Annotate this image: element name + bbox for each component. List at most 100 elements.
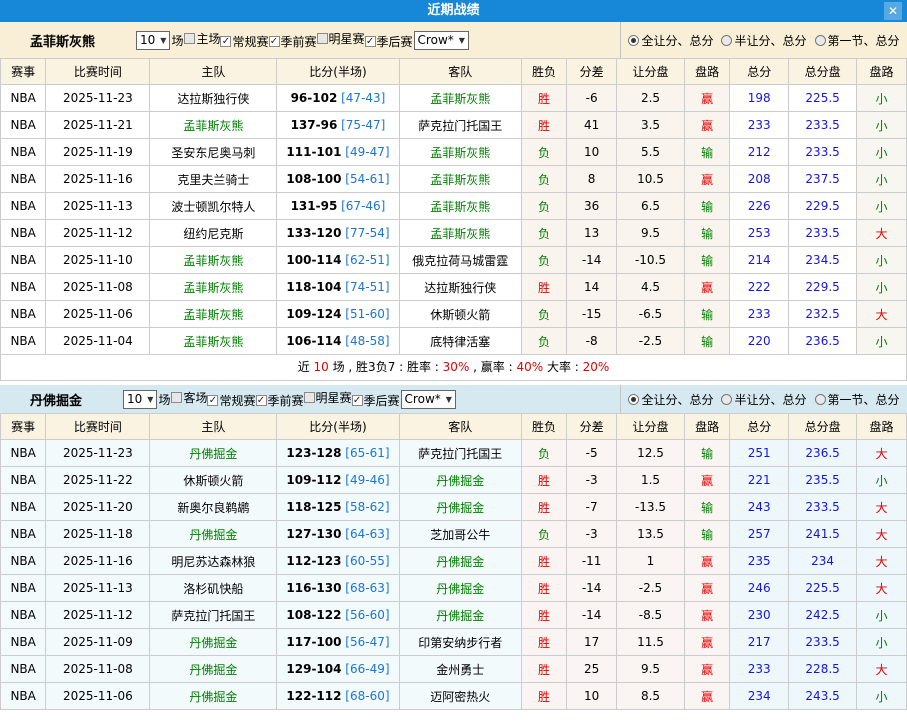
cell-league: NBA <box>1 683 46 710</box>
table-row: NBA2025-11-13洛杉矶快船116-130 [68-63]丹佛掘金胜-1… <box>1 575 907 602</box>
checkbox-checked-icon: ✓ <box>256 395 267 406</box>
summary-text: 20% <box>583 360 610 374</box>
cell-league: NBA <box>1 112 46 139</box>
cell-date: 2025-11-20 <box>46 494 150 521</box>
radio-第一节、总分[interactable]: 第一节、总分 <box>815 391 900 408</box>
window-title-bar: 近期战绩 ✕ <box>0 0 907 22</box>
cell-home-team: 克里夫兰骑士 <box>150 166 277 193</box>
cell-handicap-result: 赢 <box>684 575 729 602</box>
cell-away-team: 丹佛掘金 <box>399 548 521 575</box>
cell-home-team: 丹佛掘金 <box>150 521 277 548</box>
cell-handicap-line: 5.5 <box>617 139 685 166</box>
summary-text: 40% <box>516 360 543 374</box>
cell-score: 123-128 [65-61] <box>277 440 399 467</box>
cell-away-team: 芝加哥公牛 <box>399 521 521 548</box>
cell-home-team: 明尼苏达森林狼 <box>150 548 277 575</box>
games-count-select[interactable]: 10 ▼ <box>123 390 157 409</box>
cell-handicap-result: 输 <box>684 247 729 274</box>
checkbox-季后赛[interactable]: ✓季后赛 <box>365 33 413 50</box>
checkbox-季前赛[interactable]: ✓季前赛 <box>256 392 304 409</box>
cell-handicap-line: -2.5 <box>617 328 685 355</box>
filter-controls: 丹佛掘金 10 ▼ 场 客场✓常规赛✓季前赛明星赛✓季后赛 Crow* ▼ <box>0 385 620 413</box>
column-header: 总分盘 <box>789 414 857 440</box>
cell-point-diff: -5 <box>567 440 617 467</box>
radio-全让分、总分[interactable]: 全让分、总分 <box>628 32 713 49</box>
cell-point-diff: -11 <box>567 548 617 575</box>
radio-unselected-icon <box>815 35 826 46</box>
column-header: 比分(半场) <box>277 414 399 440</box>
cell-away-team: 俄克拉荷马城雷霆 <box>399 247 521 274</box>
radio-label: 第一节、总分 <box>828 391 900 408</box>
cell-over-under: 大 <box>857 220 907 247</box>
filter-bar: 丹佛掘金 10 ▼ 场 客场✓常规赛✓季前赛明星赛✓季后赛 Crow* ▼ 全让… <box>0 385 907 413</box>
radio-全让分、总分[interactable]: 全让分、总分 <box>628 391 713 408</box>
cell-handicap-result: 赢 <box>684 467 729 494</box>
games-count-select[interactable]: 10 ▼ <box>136 31 170 50</box>
table-row: NBA2025-11-10孟菲斯灰熊100-114 [62-51]俄克拉荷马城雷… <box>1 247 907 274</box>
cell-total-line: 228.5 <box>789 656 857 683</box>
checkbox-明星赛[interactable]: 明星赛 <box>304 389 352 406</box>
checkbox-常规赛[interactable]: ✓常规赛 <box>207 392 255 409</box>
cell-date: 2025-11-06 <box>46 301 150 328</box>
column-header: 总分盘 <box>789 59 857 85</box>
cell-home-team: 达拉斯独行侠 <box>150 85 277 112</box>
close-icon[interactable]: ✕ <box>884 2 902 20</box>
cell-over-under: 小 <box>857 139 907 166</box>
team-section: 孟菲斯灰熊 10 ▼ 场 主场✓常规赛✓季前赛明星赛✓季后赛 Crow* ▼ 全… <box>0 22 907 381</box>
cell-score: 127-130 [64-63] <box>277 521 399 548</box>
cell-result: 胜 <box>521 85 566 112</box>
cell-total-points: 233 <box>730 112 789 139</box>
cell-home-team: 孟菲斯灰熊 <box>150 274 277 301</box>
cell-date: 2025-11-09 <box>46 629 150 656</box>
cell-league: NBA <box>1 166 46 193</box>
checkbox-客场[interactable]: 客场 <box>171 389 207 406</box>
cell-date: 2025-11-13 <box>46 193 150 220</box>
radio-第一节、总分[interactable]: 第一节、总分 <box>815 32 900 49</box>
cell-date: 2025-11-22 <box>46 467 150 494</box>
odds-type-value: Crow* <box>418 33 454 47</box>
cell-home-team: 圣安东尼奥马刺 <box>150 139 277 166</box>
checkbox-checked-icon: ✓ <box>365 36 376 47</box>
games-table: 赛事比赛时间主队比分(半场)客队胜负分差让分盘盘路总分总分盘盘路 NBA2025… <box>0 58 907 355</box>
column-header: 胜负 <box>521 59 566 85</box>
cell-date: 2025-11-16 <box>46 166 150 193</box>
cell-home-team: 孟菲斯灰熊 <box>150 328 277 355</box>
checkbox-明星赛[interactable]: 明星赛 <box>317 30 365 47</box>
cell-score: 117-100 [56-47] <box>277 629 399 656</box>
checkbox-主场[interactable]: 主场 <box>184 30 220 47</box>
checkbox-checked-icon: ✓ <box>220 36 231 47</box>
checkbox-checked-icon: ✓ <box>352 395 363 406</box>
cell-total-line: 241.5 <box>789 521 857 548</box>
cell-result: 胜 <box>521 683 566 710</box>
cell-score: 116-130 [68-63] <box>277 575 399 602</box>
cell-date: 2025-11-23 <box>46 440 150 467</box>
cell-point-diff: -14 <box>567 575 617 602</box>
cell-point-diff: -15 <box>567 301 617 328</box>
column-header: 总分 <box>730 59 789 85</box>
cell-handicap-result: 赢 <box>684 656 729 683</box>
cell-total-line: 233.5 <box>789 220 857 247</box>
checkbox-季后赛[interactable]: ✓季后赛 <box>352 392 400 409</box>
odds-type-select[interactable]: Crow* ▼ <box>401 390 456 409</box>
cell-total-line: 232.5 <box>789 301 857 328</box>
cell-home-team: 孟菲斯灰熊 <box>150 247 277 274</box>
odds-type-select[interactable]: Crow* ▼ <box>414 31 469 50</box>
cell-score: 129-104 [66-49] <box>277 656 399 683</box>
cell-score: 112-123 [60-55] <box>277 548 399 575</box>
cell-league: NBA <box>1 521 46 548</box>
radio-半让分、总分[interactable]: 半让分、总分 <box>721 391 806 408</box>
cell-handicap-result: 赢 <box>684 274 729 301</box>
cell-point-diff: -6 <box>567 85 617 112</box>
cell-result: 负 <box>521 220 566 247</box>
cell-total-points: 221 <box>730 467 789 494</box>
cell-result: 胜 <box>521 467 566 494</box>
sections-container: 孟菲斯灰熊 10 ▼ 场 主场✓常规赛✓季前赛明星赛✓季后赛 Crow* ▼ 全… <box>0 22 907 710</box>
radio-半让分、总分[interactable]: 半让分、总分 <box>721 32 806 49</box>
cell-total-line: 233.5 <box>789 629 857 656</box>
cell-total-line: 236.5 <box>789 440 857 467</box>
checkbox-常规赛[interactable]: ✓常规赛 <box>220 33 268 50</box>
cell-total-points: 226 <box>730 193 789 220</box>
cell-result: 胜 <box>521 575 566 602</box>
cell-handicap-result: 赢 <box>684 166 729 193</box>
checkbox-季前赛[interactable]: ✓季前赛 <box>269 33 317 50</box>
